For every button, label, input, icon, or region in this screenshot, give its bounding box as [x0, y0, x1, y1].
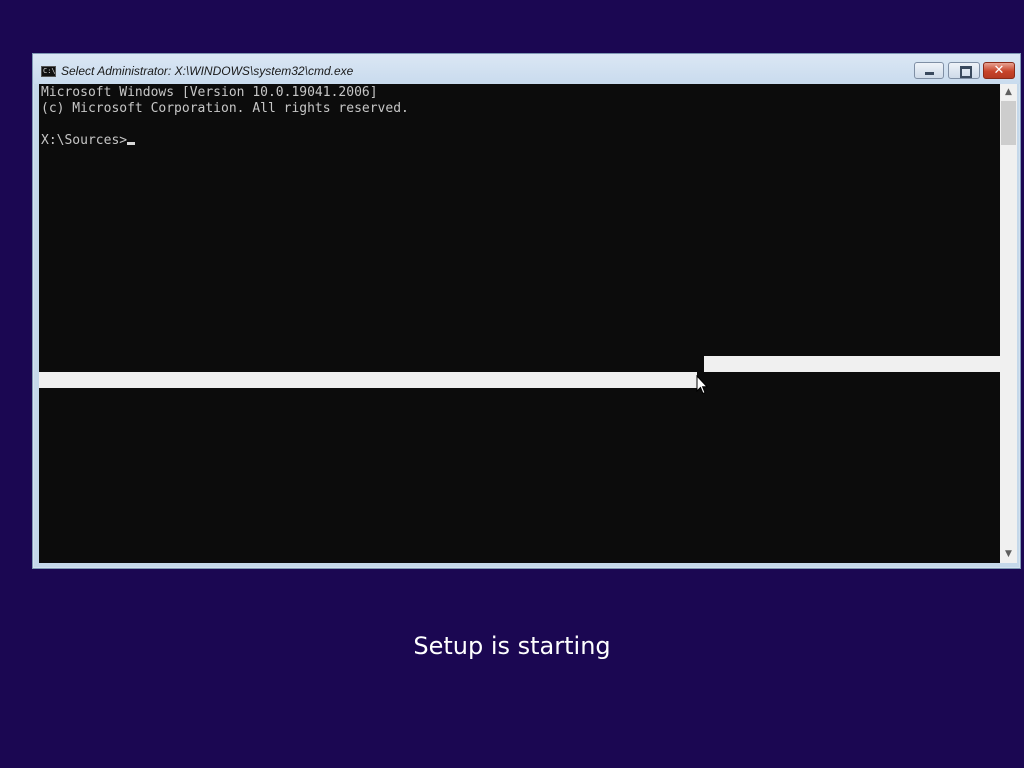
scroll-up-arrow-icon[interactable]: ▲	[1000, 84, 1017, 101]
console-line-version: Microsoft Windows [Version 10.0.19041.20…	[41, 85, 378, 100]
minimize-icon	[925, 72, 934, 75]
console-output-area[interactable]: Microsoft Windows [Version 10.0.19041.20…	[39, 84, 1000, 563]
setup-desktop-background: C:\ Select Administrator: X:\WINDOWS\sys…	[0, 0, 1024, 768]
window-title: Select Administrator: X:\WINDOWS\system3…	[61, 64, 354, 78]
selection-bar-right	[704, 356, 1000, 372]
close-icon: ✕	[993, 63, 1005, 78]
restore-icon	[960, 66, 972, 78]
setup-status-text: Setup is starting	[413, 632, 611, 660]
window-titlebar[interactable]: C:\ Select Administrator: X:\WINDOWS\sys…	[33, 54, 1020, 84]
mouse-pointer-icon	[696, 375, 708, 395]
minimize-button[interactable]	[914, 62, 944, 79]
scroll-thumb[interactable]	[1001, 101, 1016, 145]
scroll-down-arrow-icon[interactable]: ▼	[1000, 546, 1017, 563]
vertical-scrollbar[interactable]: ▲ ▼	[1000, 84, 1017, 563]
console-prompt-line[interactable]: X:\Sources>	[41, 133, 136, 149]
selection-bar-left	[39, 372, 697, 388]
console-line-copyright: (c) Microsoft Corporation. All rights re…	[41, 101, 409, 116]
close-button[interactable]: ✕	[983, 62, 1015, 79]
cmd-app-icon[interactable]: C:\	[41, 66, 56, 77]
restore-button[interactable]	[948, 62, 980, 79]
console-prompt: X:\Sources>	[41, 133, 128, 148]
cmd-window[interactable]: C:\ Select Administrator: X:\WINDOWS\sys…	[32, 53, 1021, 569]
text-cursor	[127, 142, 136, 145]
